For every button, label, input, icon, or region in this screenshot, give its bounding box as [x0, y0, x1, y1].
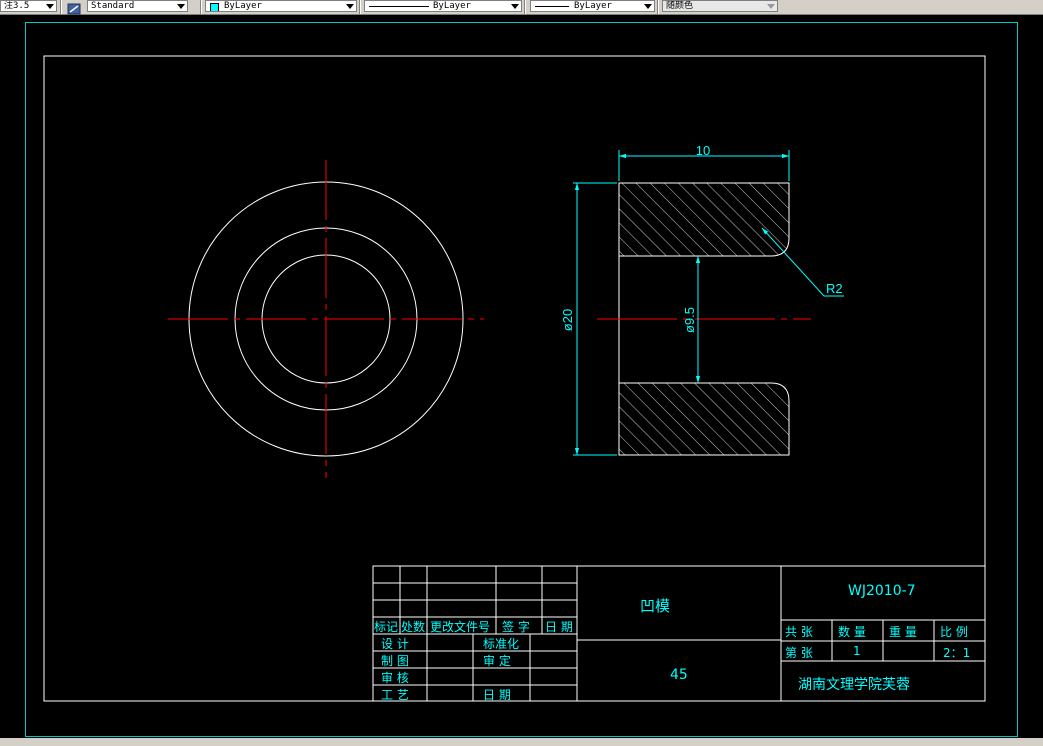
front-view[interactable] — [168, 160, 484, 478]
section-view[interactable] — [597, 182, 811, 456]
drawing-number: WJ2010-7 — [848, 583, 916, 599]
dim-od-text[interactable]: ø20 — [560, 309, 575, 331]
part-name: 凹模 — [640, 597, 671, 615]
dim-width-text[interactable]: 10 — [696, 143, 710, 158]
rev-header-docno: 更改文件号 — [430, 620, 491, 634]
scale-value: 2：1 — [943, 646, 971, 660]
label-approve: 审 定 — [483, 654, 511, 668]
rev-header-date: 日 期 — [545, 620, 573, 634]
role-process: 工 艺 — [381, 688, 409, 702]
material: 45 — [670, 667, 688, 683]
label-sheet: 第 张 — [785, 646, 813, 660]
label-quantity: 数 量 — [838, 625, 866, 639]
role-drafting: 制 图 — [381, 654, 409, 668]
rev-header-count: 处数 — [401, 620, 426, 634]
role-design: 设 计 — [381, 637, 409, 651]
drawing-border — [43, 55, 986, 702]
school-name: 湖南文理学院芙蓉 — [798, 677, 910, 693]
label-weight: 重 量 — [889, 625, 917, 639]
label-total-sheets: 共 张 — [785, 625, 813, 639]
label-scale: 比 例 — [940, 625, 968, 639]
dim-id-text[interactable]: ø9.5 — [682, 307, 697, 333]
dim-radius-text[interactable]: R2 — [826, 281, 843, 296]
rev-header-mark: 标记 — [374, 620, 399, 634]
top-section-hatch[interactable] — [618, 182, 790, 257]
quantity-value: 1 — [853, 644, 861, 658]
rev-header-sign: 签 字 — [502, 620, 530, 634]
window-bottom-edge — [0, 738, 1043, 746]
role-review: 审 核 — [381, 671, 409, 685]
label-date: 日 期 — [483, 688, 511, 702]
label-standardization: 标准化 — [483, 637, 520, 651]
bottom-section-hatch[interactable] — [618, 382, 790, 456]
